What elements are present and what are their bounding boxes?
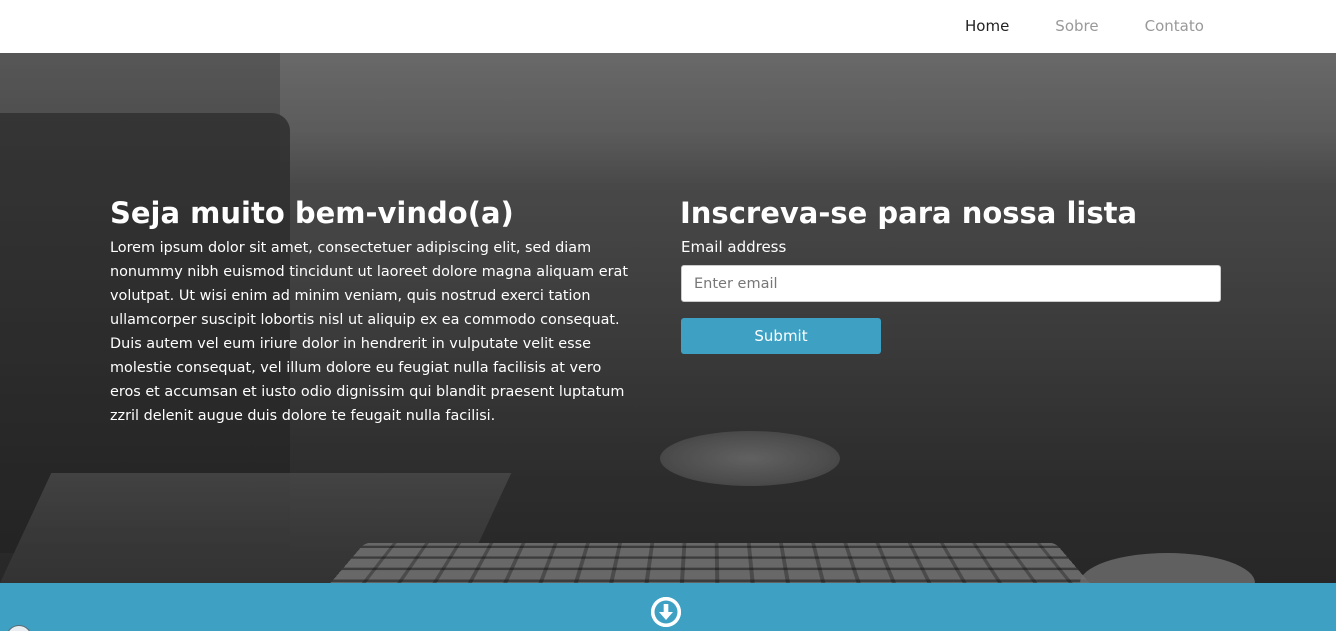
signup-title: Inscreva-se para nossa lista bbox=[680, 196, 1138, 230]
nav-sobre-link[interactable]: Sobre bbox=[1055, 16, 1098, 36]
scroll-down-button[interactable] bbox=[651, 597, 681, 627]
nav-contato-link[interactable]: Contato bbox=[1145, 16, 1204, 36]
nav-home-link[interactable]: Home bbox=[965, 16, 1009, 36]
arrow-down-circle-icon bbox=[651, 597, 681, 627]
hero-section: Seja muito bem-vindo(a) Lorem ipsum dolo… bbox=[0, 53, 1336, 583]
submit-button[interactable]: Submit bbox=[681, 318, 881, 354]
bottom-bar bbox=[0, 583, 1336, 631]
welcome-text: Lorem ipsum dolor sit amet, consectetuer… bbox=[110, 240, 628, 424]
welcome-column: Seja muito bem-vindo(a) Lorem ipsum dolo… bbox=[110, 196, 630, 428]
nav-links: Home Sobre Contato bbox=[965, 16, 1250, 36]
corner-widget-icon[interactable] bbox=[6, 625, 32, 631]
welcome-title: Seja muito bem-vindo(a) bbox=[110, 196, 514, 230]
top-navbar: Home Sobre Contato bbox=[0, 0, 1336, 53]
email-input[interactable] bbox=[681, 265, 1221, 302]
email-label: Email address bbox=[681, 238, 787, 256]
signup-form: Inscreva-se para nossa lista Email addre… bbox=[680, 196, 1221, 354]
